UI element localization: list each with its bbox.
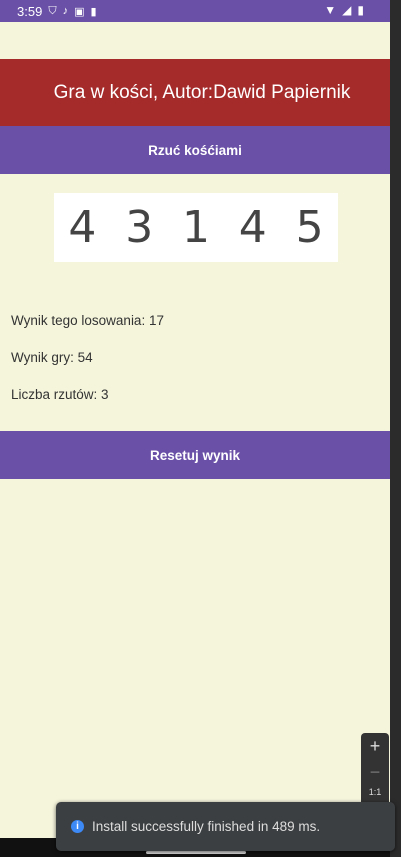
status-bar: 3:59 ⛉ ♪ ▣ ▮ ▼ ◢ ▮ [0, 0, 390, 22]
roll-dice-button[interactable]: Rzuć kośćiami [0, 126, 390, 174]
dice-display: 4 3 1 4 5 [54, 193, 338, 262]
battery-icon: ▮ [357, 3, 364, 17]
signal-icon: ◢ [342, 3, 352, 17]
toast-message: Install successfully finished in 489 ms. [92, 819, 321, 834]
status-right-icons: ▼ ◢ ▮ [324, 3, 364, 17]
roll-count-text: Liczba rzutów: 3 [11, 387, 109, 402]
zoom-reset-button[interactable]: 1:1 [361, 785, 389, 799]
install-toast: i Install successfully finished in 489 m… [56, 802, 395, 851]
wifi-icon: ▼ [324, 3, 337, 17]
reset-score-button[interactable]: Resetuj wynik [0, 431, 390, 479]
mic-icon: ♪ [62, 5, 69, 17]
home-handle[interactable] [146, 851, 246, 854]
zoom-controls: + − 1:1 [361, 733, 389, 813]
emulator-edge [390, 0, 401, 857]
app-title-bar: Gra w kości, Autor:Dawid Papiernik [0, 59, 390, 126]
die-value: 5 [295, 202, 324, 253]
die-value: 3 [125, 202, 154, 253]
phone-screen: 3:59 ⛉ ♪ ▣ ▮ ▼ ◢ ▮ Gra w kości, Autor:Da… [0, 0, 390, 857]
zoom-out-button[interactable]: − [361, 759, 389, 785]
die-value: 4 [238, 202, 267, 253]
die-value: 4 [68, 202, 97, 253]
shield-icon: ⛉ [48, 4, 57, 17]
sd-card-icon: ▮ [90, 5, 97, 18]
app-title: Gra w kości, Autor:Dawid Papiernik [53, 81, 351, 103]
zoom-in-button[interactable]: + [361, 733, 389, 759]
info-icon: i [71, 820, 84, 833]
status-time: 3:59 [17, 3, 43, 19]
a-icon: ▣ [74, 5, 85, 18]
game-score-text: Wynik gry: 54 [11, 350, 93, 365]
round-result-text: Wynik tego losowania: 17 [11, 313, 164, 328]
die-value: 1 [181, 202, 210, 253]
